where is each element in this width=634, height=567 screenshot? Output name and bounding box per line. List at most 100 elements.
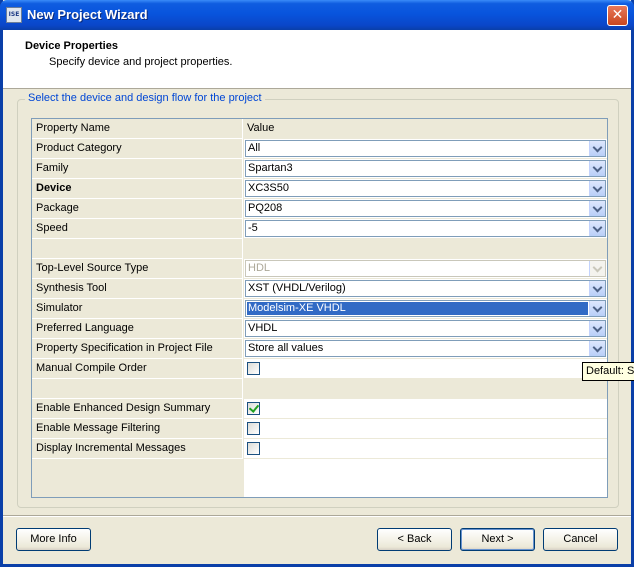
property-value-cell: XST (VHDL/Verilog) — [244, 279, 607, 299]
value-dropdown: HDL — [245, 260, 606, 277]
close-button[interactable]: ✕ — [607, 5, 628, 26]
value-dropdown[interactable]: Store all values — [245, 340, 606, 357]
property-value-cell: Spartan3 — [244, 159, 607, 179]
property-value-cell: VHDL — [244, 319, 607, 339]
grid-row[interactable]: Enable Message Filtering — [32, 419, 607, 439]
window-title: New Project Wizard — [27, 7, 148, 22]
wizard-header: Device Properties Specify device and pro… — [3, 30, 631, 89]
chevron-down-icon[interactable] — [589, 161, 605, 176]
grid-row[interactable]: Package PQ208 — [32, 199, 607, 219]
header-subtitle: Specify device and project properties. — [49, 56, 233, 68]
property-name-cell: Package — [32, 199, 243, 219]
property-name-cell: Top-Level Source Type — [32, 259, 243, 279]
property-name-cell — [32, 239, 243, 259]
grid-row[interactable]: Product Category All — [32, 139, 607, 159]
value-dropdown[interactable]: XC3S50 — [245, 180, 606, 197]
grid-row[interactable]: Device XC3S50 — [32, 179, 607, 199]
property-name-cell: Simulator — [32, 299, 243, 319]
chevron-down-icon — [589, 261, 605, 276]
grid-row[interactable]: Manual Compile Order — [32, 359, 607, 379]
dropdown-value-text: Modelsim-XE VHDL — [247, 302, 588, 315]
value-dropdown[interactable]: PQ208 — [245, 200, 606, 217]
checkbox[interactable] — [247, 422, 260, 435]
property-name-cell: Enable Message Filtering — [32, 419, 243, 439]
ise-app-icon: ISE — [6, 7, 22, 23]
checked-checkbox[interactable] — [247, 402, 260, 415]
property-name-cell: Preferred Language — [32, 319, 243, 339]
dropdown-value-text: -5 — [248, 222, 258, 234]
grid-row[interactable]: Family Spartan3 — [32, 159, 607, 179]
column-header-property-name: Property Name — [32, 119, 243, 139]
grid-separator-row — [32, 379, 607, 399]
value-dropdown[interactable]: All — [245, 140, 606, 157]
grid-header-row: Property Name Value — [32, 119, 607, 139]
chevron-down-icon[interactable] — [589, 281, 605, 296]
property-name-cell: Family — [32, 159, 243, 179]
dropdown-value-text: VHDL — [248, 322, 278, 334]
dropdown-value-text: All — [248, 142, 261, 154]
property-name-cell: Product Category — [32, 139, 243, 159]
property-name-cell — [32, 379, 243, 399]
back-button[interactable]: < Back — [377, 528, 452, 551]
value-dropdown[interactable]: VHDL — [245, 320, 606, 337]
chevron-down-icon[interactable] — [589, 141, 605, 156]
header-title: Device Properties — [25, 40, 118, 52]
dropdown-value-text: XC3S50 — [248, 182, 289, 194]
grid-row[interactable]: Enable Enhanced Design Summary — [32, 399, 607, 419]
chevron-down-icon[interactable] — [589, 321, 605, 336]
property-value-cell: HDL — [244, 259, 607, 279]
chevron-down-icon[interactable] — [589, 341, 605, 356]
value-dropdown[interactable]: -5 — [245, 220, 606, 237]
value-dropdown[interactable]: Spartan3 — [245, 160, 606, 177]
chevron-down-icon[interactable] — [589, 301, 605, 316]
property-value-cell: XC3S50 — [244, 179, 607, 199]
dropdown-value-text: XST (VHDL/Verilog) — [248, 282, 346, 294]
property-value-cell — [244, 379, 607, 399]
property-value-cell — [244, 419, 607, 439]
property-name-cell: Property Specification in Project File — [32, 339, 243, 359]
grid-row[interactable]: Display Incremental Messages — [32, 439, 607, 459]
grid-row[interactable]: Simulator Modelsim-XE VHDL — [32, 299, 607, 319]
grid-row[interactable]: Top-Level Source Type HDL — [32, 259, 607, 279]
property-value-cell: Store all values — [244, 339, 607, 359]
value-dropdown[interactable]: XST (VHDL/Verilog) — [245, 280, 606, 297]
grid-row[interactable]: Property Specification in Project File St… — [32, 339, 607, 359]
property-name-cell: Speed — [32, 219, 243, 239]
dropdown-value-text: Spartan3 — [248, 162, 293, 174]
value-dropdown[interactable]: Modelsim-XE VHDL — [245, 300, 606, 317]
property-name-cell: Device — [32, 179, 243, 199]
property-value-cell: -5 — [244, 219, 607, 239]
grid-row[interactable]: Preferred Language VHDL — [32, 319, 607, 339]
chevron-down-icon[interactable] — [589, 221, 605, 236]
property-name-cell: Synthesis Tool — [32, 279, 243, 299]
property-value-cell: PQ208 — [244, 199, 607, 219]
next-button[interactable]: Next > — [460, 528, 535, 551]
chevron-down-icon[interactable] — [589, 181, 605, 196]
chevron-down-icon[interactable] — [589, 201, 605, 216]
dropdown-value-text: Store all values — [248, 342, 324, 354]
footer-divider — [3, 515, 631, 517]
dropdown-value-text: PQ208 — [248, 202, 283, 214]
property-value-cell: All — [244, 139, 607, 159]
property-value-cell: Modelsim-XE VHDL — [244, 299, 607, 319]
grid-separator-row — [32, 239, 607, 259]
property-name-cell: Enable Enhanced Design Summary — [32, 399, 243, 419]
checkbox[interactable] — [247, 362, 260, 375]
default-value-tooltip: Default: St — [582, 362, 634, 381]
property-value-cell — [244, 239, 607, 259]
groupbox-label: Select the device and design flow for th… — [25, 92, 265, 104]
wizard-window: ISE New Project Wizard ✕ Device Properti… — [0, 0, 634, 567]
more-info-button[interactable]: More Info — [16, 528, 91, 551]
checkbox[interactable] — [247, 442, 260, 455]
grid-row[interactable]: Synthesis Tool XST (VHDL/Verilog) — [32, 279, 607, 299]
cancel-button[interactable]: Cancel — [543, 528, 618, 551]
property-value-cell — [244, 439, 607, 459]
property-name-cell: Display Incremental Messages — [32, 439, 243, 459]
property-value-cell — [244, 399, 607, 419]
grid-row[interactable]: Speed -5 — [32, 219, 607, 239]
dropdown-value-text: HDL — [248, 262, 271, 274]
property-grid: Property Name Value Product Category All F… — [31, 118, 608, 498]
title-bar[interactable]: ISE New Project Wizard ✕ — [0, 0, 634, 30]
column-header-value: Value — [244, 119, 607, 139]
property-name-cell: Manual Compile Order — [32, 359, 243, 379]
